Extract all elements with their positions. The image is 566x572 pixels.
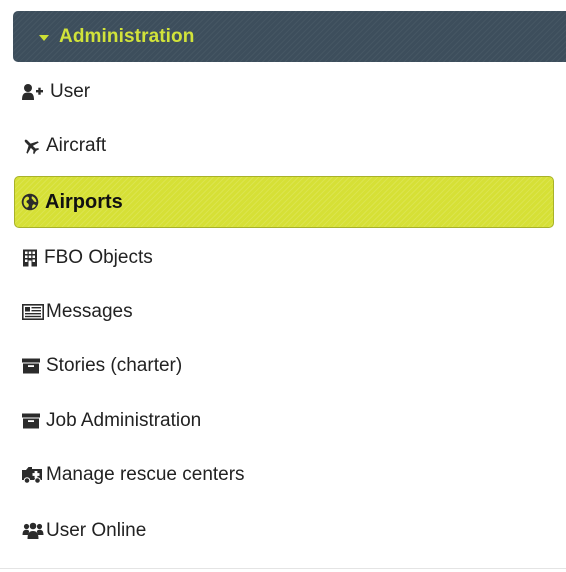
menu-item-label: Messages [46,301,133,322]
caret-down-icon [39,34,49,41]
menu-item-label: Job Administration [46,410,202,431]
menu-item-messages[interactable]: Messages [22,292,133,332]
newspaper-icon [22,304,44,320]
menu-item-label: User [50,81,91,102]
globe-icon [21,193,39,211]
menu-item-user-online[interactable]: User Online [22,511,146,551]
plane-icon [22,137,40,155]
archive-box-icon [22,358,40,374]
menu-item-label: Stories (charter) [46,355,183,376]
add-user-icon [22,83,44,101]
archive-box-icon [22,413,40,429]
section-header-administration[interactable]: Administration [13,11,566,62]
panel-divider [0,568,566,569]
users-group-icon [22,522,44,540]
menu-item-fbo-objects[interactable]: FBO Objects [22,238,153,278]
menu-item-label: Manage rescue centers [46,464,245,485]
menu-item-airports[interactable]: Airports [14,176,554,228]
admin-sidebar: Administration User Aircraft Airports FB… [0,0,566,572]
menu-item-manage-rescue-centers[interactable]: Manage rescue centers [22,455,245,495]
ambulance-icon [22,466,44,484]
menu-item-label: User Online [46,520,147,541]
menu-item-job-administration[interactable]: Job Administration [22,401,201,441]
menu-item-stories-charter[interactable]: Stories (charter) [22,346,182,386]
menu-item-aircraft[interactable]: Aircraft [22,126,106,166]
menu-item-user[interactable]: User [22,72,90,112]
menu-item-label: Airports [45,190,123,213]
section-title: Administration [59,25,195,47]
building-icon [22,249,38,267]
menu-item-label: Aircraft [46,135,107,156]
menu-item-label: FBO Objects [44,247,153,268]
